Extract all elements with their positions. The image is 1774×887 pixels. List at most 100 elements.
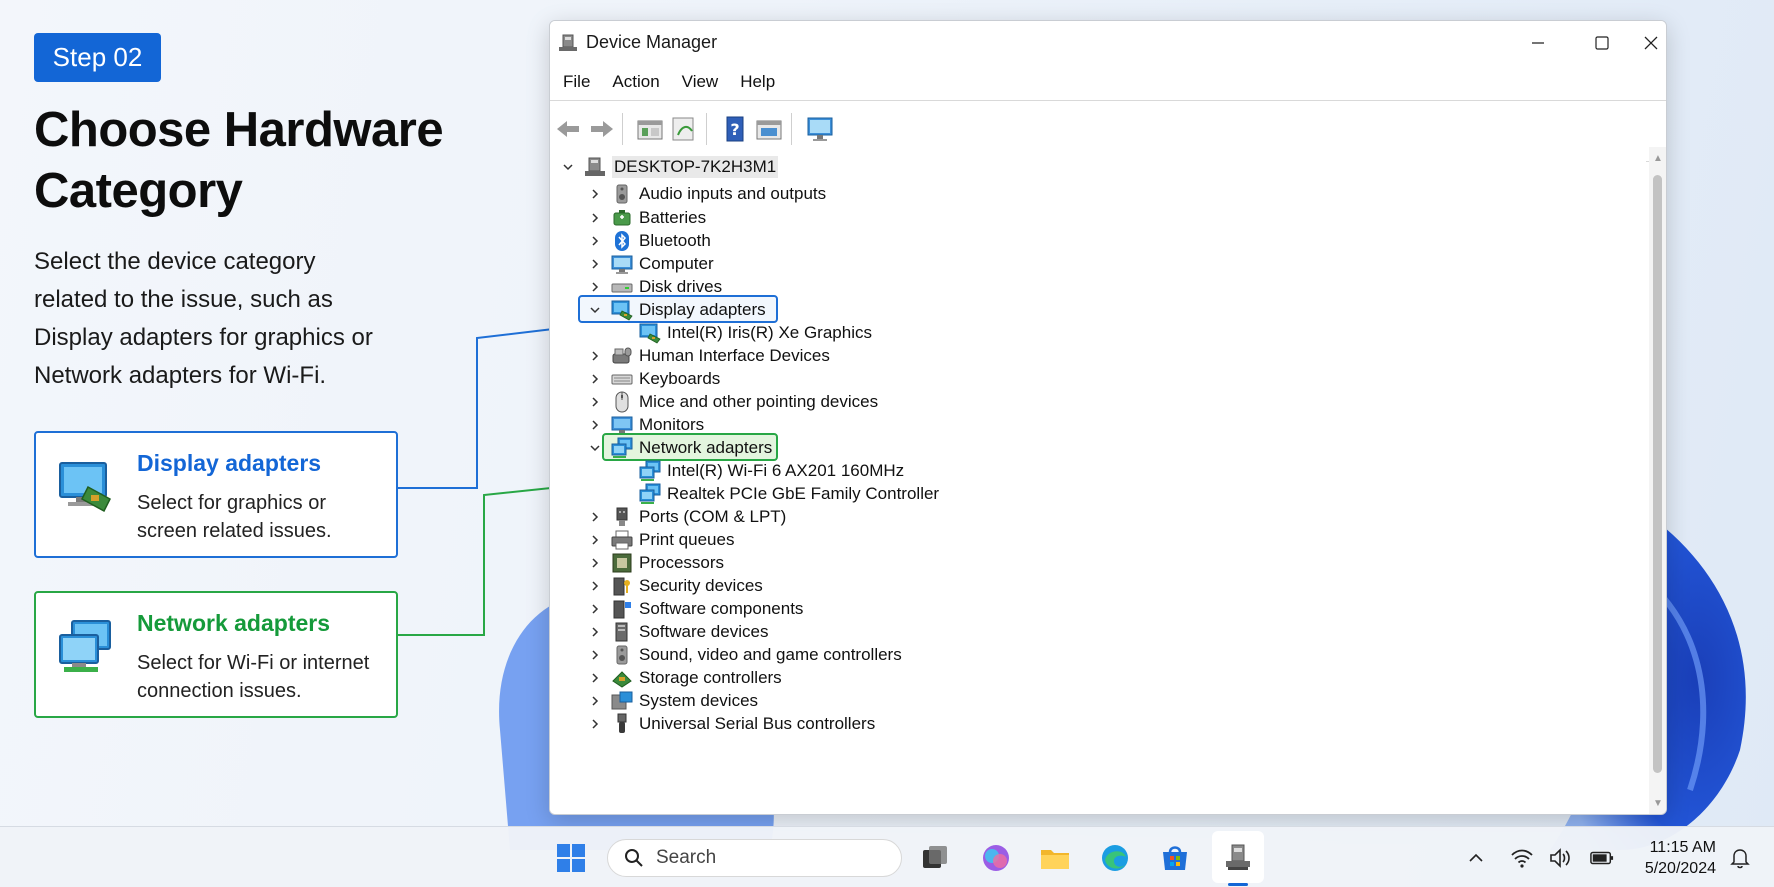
scroll-down-icon[interactable]: ▼ [1652,798,1664,810]
scan-hardware-icon[interactable] [806,115,834,143]
taskbar-search[interactable]: Search [607,839,902,877]
tree-item-print-queues[interactable]: Print queues [587,528,734,552]
tree-item-storage-controllers[interactable]: Storage controllers [587,666,782,690]
minimize-button[interactable] [1506,21,1570,65]
keyboard-icon [611,368,633,390]
maximize-icon [1595,36,1609,50]
display-adapter-icon [639,322,661,344]
tree-item-bluetooth[interactable]: Bluetooth [587,229,711,253]
callout-title: Display adapters [137,450,322,476]
tree-item-network-adapters[interactable]: Network adapters [587,436,772,460]
chevron-right-icon[interactable] [587,417,603,433]
search-icon [625,849,643,867]
chevron-right-icon[interactable] [587,371,603,387]
network-adapter-icon [611,437,633,459]
menu-help[interactable]: Help [740,72,775,92]
tree-item-software-devices[interactable]: Software devices [587,620,768,644]
chevron-right-icon[interactable] [587,233,603,249]
help-icon[interactable]: ? [721,115,749,143]
chevron-down-icon[interactable] [560,159,576,175]
tree-item-label: Security devices [639,576,763,595]
chevron-right-icon[interactable] [587,693,603,709]
device-manager-icon [559,33,579,53]
vertical-scrollbar[interactable]: ▲ ▼ [1649,147,1666,814]
back-arrow-icon[interactable] [554,115,582,143]
copilot-icon[interactable] [979,841,1013,875]
edge-icon[interactable] [1098,841,1132,875]
tree-root[interactable]: DESKTOP-7K2H3M1 [560,155,779,179]
tree-item-keyboards[interactable]: Keyboards [587,367,720,391]
chevron-right-icon[interactable] [587,601,603,617]
tree-item-software-components[interactable]: Software components [587,597,803,621]
chevron-up-icon[interactable] [1464,846,1488,870]
tree-item-computer[interactable]: Computer [587,252,714,276]
chevron-right-icon[interactable] [587,186,603,202]
menu-file[interactable]: File [563,72,590,92]
tree-item-label: Human Interface Devices [639,346,830,365]
volume-icon[interactable] [1548,846,1572,870]
tree-item-label: Storage controllers [639,668,782,687]
menu-action[interactable]: Action [612,72,659,92]
tree-item-ports-com-lpt[interactable]: Ports (COM & LPT) [587,505,786,529]
tree-item-display-adapters[interactable]: Display adapters [587,298,766,322]
clock-date: 5/20/2024 [1644,860,1716,877]
show-hidden-icon[interactable] [755,115,783,143]
wifi-icon[interactable] [1510,846,1534,870]
instruction-text: Select the device category related to th… [34,248,373,389]
chevron-right-icon[interactable] [587,256,603,272]
update-driver-icon[interactable] [670,115,698,143]
tree-child-intel-r-wi-fi-6-ax201-160mhz[interactable]: Intel(R) Wi-Fi 6 AX201 160MHz [639,459,904,483]
chevron-down-icon[interactable] [587,440,603,456]
tree-item-batteries[interactable]: Batteries [587,206,706,230]
scroll-thumb[interactable] [1653,175,1662,773]
tree-item-human-interface-devices[interactable]: Human Interface Devices [587,344,830,368]
tree-child-realtek-pcie-gbe-family-controller[interactable]: Realtek PCIe GbE Family Controller [639,482,939,506]
close-button[interactable] [1634,21,1666,65]
start-icon[interactable] [554,841,588,875]
menu-view[interactable]: View [682,72,719,92]
device-manager-icon[interactable] [1221,841,1255,875]
battery-icon[interactable] [1590,846,1614,870]
chevron-right-icon[interactable] [587,578,603,594]
chevron-right-icon[interactable] [587,348,603,364]
system-clock[interactable]: 11:15 AM 5/20/2024 [1634,837,1716,879]
chevron-right-icon[interactable] [587,210,603,226]
store-icon[interactable] [1158,841,1192,875]
chevron-right-icon[interactable] [587,624,603,640]
mouse-icon [611,391,633,413]
chevron-right-icon[interactable] [587,670,603,686]
port-icon [611,506,633,528]
chevron-right-icon[interactable] [587,394,603,410]
file-explorer-icon[interactable] [1038,841,1072,875]
tree-item-sound-video-and-game-controllers[interactable]: Sound, video and game controllers [587,643,902,667]
network-adapter-icon [639,460,661,482]
title-bar[interactable]: Device Manager [550,21,1666,65]
scroll-up-icon[interactable]: ▲ [1652,153,1664,165]
maximize-button[interactable] [1570,21,1634,65]
chevron-right-icon[interactable] [587,279,603,295]
forward-arrow-icon[interactable] [588,115,616,143]
chevron-right-icon[interactable] [587,509,603,525]
tree-item-system-devices[interactable]: System devices [587,689,758,713]
chevron-right-icon[interactable] [587,716,603,732]
display-adapters-callout: Display adapters Select for graphics or … [34,431,398,558]
tree-item-processors[interactable]: Processors [587,551,724,575]
chevron-right-icon[interactable] [587,532,603,548]
network-connector [398,477,574,636]
chevron-down-icon[interactable] [587,302,603,318]
tree-item-audio-inputs-and-outputs[interactable]: Audio inputs and outputs [587,182,826,206]
chevron-right-icon[interactable] [587,647,603,663]
notification-bell-icon[interactable] [1728,846,1752,870]
active-app-indicator [1228,883,1248,886]
chevron-right-icon[interactable] [587,555,603,571]
tree-item-mice-and-other-pointing-devices[interactable]: Mice and other pointing devices [587,390,878,414]
tree-item-label: Monitors [639,415,705,434]
tree-child-intel-r-iris-r-xe-graphics[interactable]: Intel(R) Iris(R) Xe Graphics [639,321,872,345]
tree-item-label: Realtek PCIe GbE Family Controller [667,484,940,503]
display-adapter-icon [611,299,633,321]
tree-item-security-devices[interactable]: Security devices [587,574,763,598]
properties-icon[interactable] [636,115,664,143]
usb-icon [611,713,633,735]
tree-item-universal-serial-bus-controllers[interactable]: Universal Serial Bus controllers [587,712,875,736]
task-view-icon[interactable] [918,841,952,875]
